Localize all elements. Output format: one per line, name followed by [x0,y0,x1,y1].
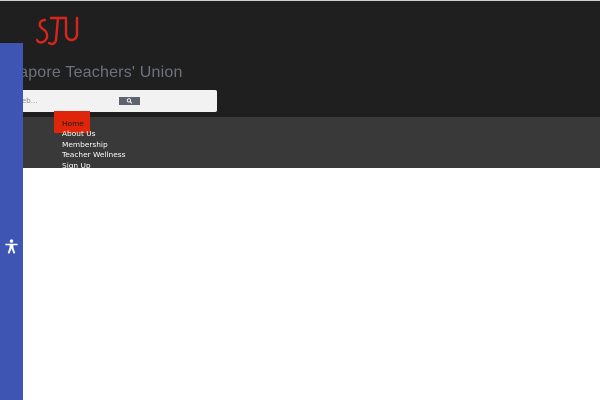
accessibility-icon[interactable] [4,239,19,254]
stu-logo[interactable] [36,14,82,48]
nav-item-teacher-wellness[interactable]: Teacher Wellness [62,150,125,160]
nav-item-home[interactable]: Home [62,119,125,129]
search-bar [18,90,217,112]
header-divider [0,0,600,1]
nav-list: Home About Us Membership Teacher Wellnes… [62,119,125,171]
search-button[interactable] [119,97,140,105]
site-header: gapore Teachers' Union [0,0,600,117]
main-nav: Home About Us Membership Teacher Wellnes… [0,117,600,171]
nav-item-about-us[interactable]: About Us [62,129,125,139]
search-icon [126,98,133,104]
site-title: gapore Teachers' Union [10,64,183,81]
nav-item-sign-up[interactable]: Sign Up [62,161,125,171]
nav-item-membership[interactable]: Membership [62,140,125,150]
search-input[interactable] [18,93,102,109]
accessibility-toolbar [0,43,23,400]
